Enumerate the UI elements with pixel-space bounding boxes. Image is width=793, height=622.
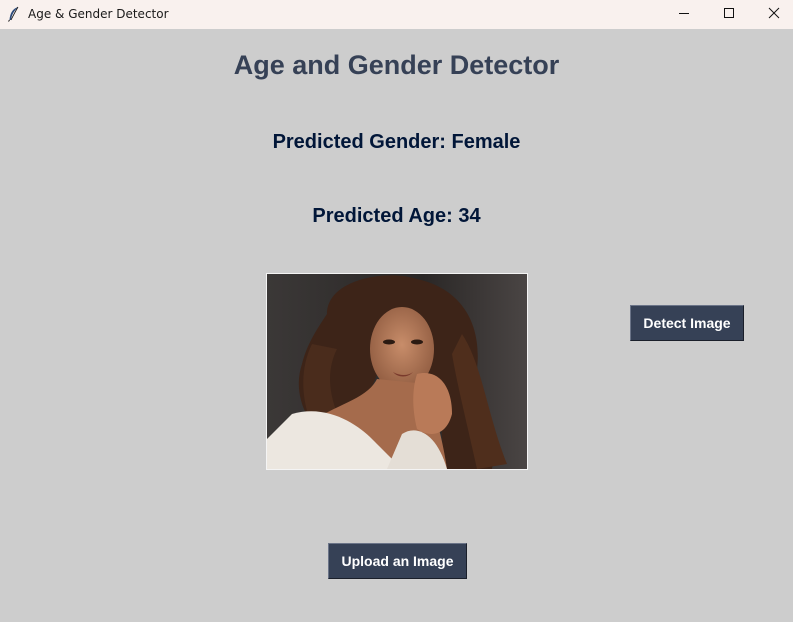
predicted-age-label: Predicted Age: 34: [312, 205, 481, 227]
minimize-icon: [678, 6, 690, 24]
feather-icon: [7, 6, 21, 22]
close-button[interactable]: [751, 0, 793, 29]
window-title: Age & Gender Detector: [28, 7, 169, 21]
detect-image-button[interactable]: Detect Image: [630, 305, 744, 341]
title-bar[interactable]: Age & Gender Detector: [0, 0, 793, 29]
page-title: Age and Gender Detector: [233, 50, 560, 80]
close-icon: [768, 6, 780, 24]
maximize-icon: [723, 6, 735, 24]
maximize-button[interactable]: [706, 0, 752, 29]
predicted-gender-label: Predicted Gender: Female: [272, 131, 521, 153]
upload-image-button[interactable]: Upload an Image: [328, 543, 467, 579]
app-window: Age & Gender Detector Age and Gender Det…: [0, 0, 793, 622]
minimize-button[interactable]: [661, 0, 707, 29]
uploaded-photo: [266, 273, 528, 470]
